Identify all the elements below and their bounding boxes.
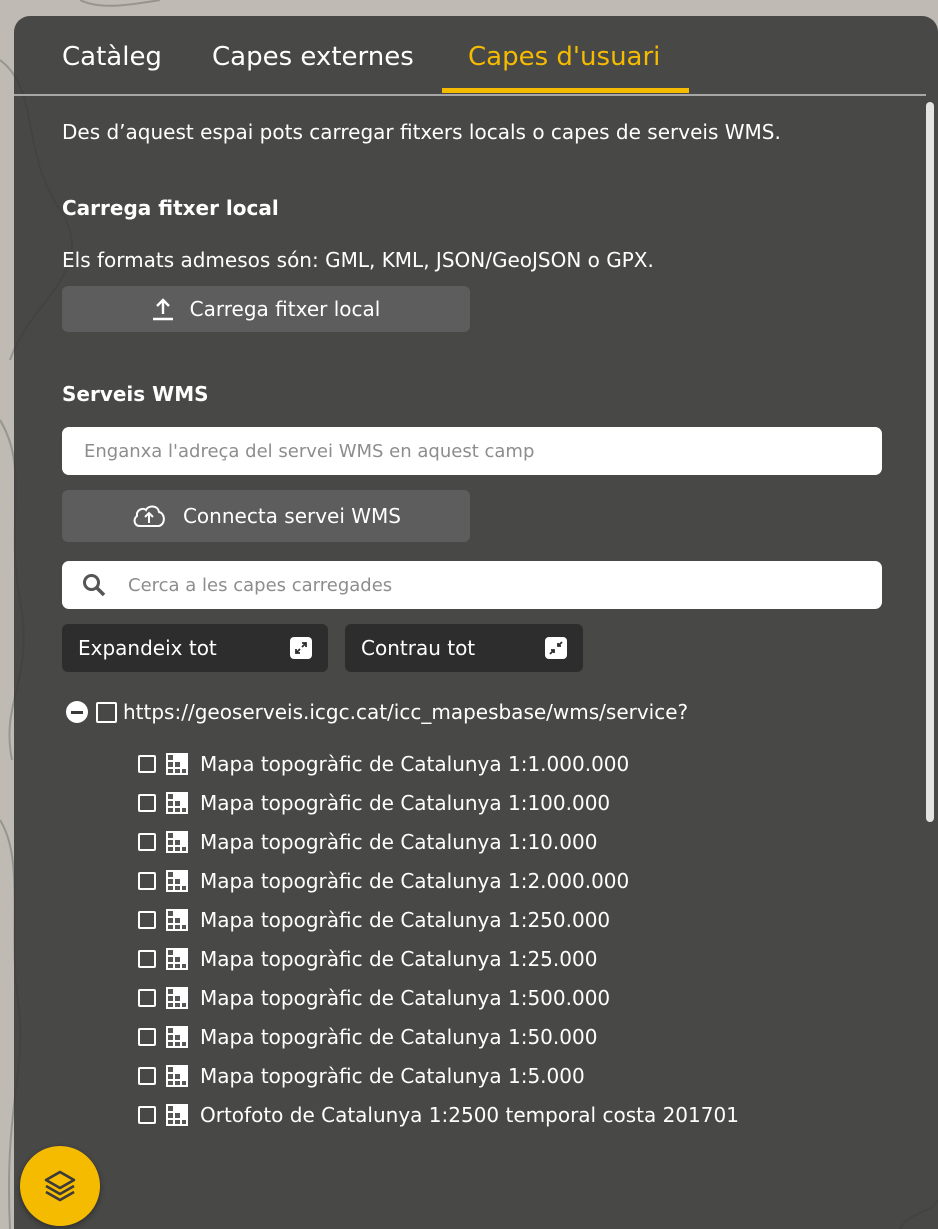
- layer-item: Mapa topogràfic de Catalunya 1:5.000: [138, 1056, 739, 1095]
- layer-checkbox[interactable]: [138, 793, 156, 812]
- layer-grid-icon: [166, 830, 188, 853]
- upload-icon: [152, 297, 174, 321]
- layer-item: Mapa topogràfic de Catalunya 1:500.000: [138, 978, 739, 1017]
- layer-item: Mapa topogràfic de Catalunya 1:100.000: [138, 783, 739, 822]
- service-checkbox[interactable]: [96, 701, 117, 723]
- layer-label: Mapa topogràfic de Catalunya 1:2.000.000: [200, 868, 630, 893]
- layer-checkbox[interactable]: [138, 1027, 156, 1046]
- layer-label: Mapa topogràfic de Catalunya 1:10.000: [200, 829, 598, 854]
- connect-wms-button[interactable]: Connecta servei WMS: [62, 490, 470, 542]
- upload-button-label: Carrega fitxer local: [189, 297, 381, 321]
- tab-bar: Catàleg Capes externes Capes d'usuari: [14, 16, 926, 96]
- layer-label: Mapa topogràfic de Catalunya 1:1.000.000: [200, 751, 630, 776]
- layer-grid-icon: [166, 1025, 188, 1048]
- search-icon: [82, 573, 106, 601]
- layer-grid-icon: [166, 752, 188, 775]
- cloud-upload-icon: [131, 502, 167, 530]
- layer-grid-icon: [166, 791, 188, 814]
- layer-search-input[interactable]: [62, 561, 882, 609]
- layer-label: Mapa topogràfic de Catalunya 1:25.000: [200, 946, 598, 971]
- local-file-heading: Carrega fitxer local: [62, 196, 279, 220]
- wms-url-input[interactable]: [62, 427, 882, 475]
- layer-checkbox[interactable]: [138, 754, 156, 773]
- layer-list: Mapa topogràfic de Catalunya 1:1.000.000…: [138, 744, 739, 1134]
- layer-label: Mapa topogràfic de Catalunya 1:50.000: [200, 1024, 598, 1049]
- layer-checkbox[interactable]: [138, 949, 156, 968]
- layers-toggle-button[interactable]: [20, 1146, 100, 1226]
- layer-item: Mapa topogràfic de Catalunya 1:10.000: [138, 822, 739, 861]
- layer-checkbox[interactable]: [138, 910, 156, 929]
- collapse-all-label: Contrau tot: [361, 636, 476, 660]
- layer-checkbox[interactable]: [138, 1105, 156, 1124]
- tab-cataleg[interactable]: Catàleg: [62, 42, 162, 72]
- panel-scrollbar[interactable]: [926, 102, 934, 822]
- layer-item: Mapa topogràfic de Catalunya 1:250.000: [138, 900, 739, 939]
- expand-all-button[interactable]: Expandeix tot: [62, 624, 328, 672]
- layer-label: Mapa topogràfic de Catalunya 1:500.000: [200, 985, 611, 1010]
- layers-icon: [40, 1166, 80, 1206]
- collapse-node-icon[interactable]: [66, 701, 88, 723]
- layer-label: Ortofoto de Catalunya 1:2500 temporal co…: [200, 1102, 739, 1127]
- upload-local-file-button[interactable]: Carrega fitxer local: [62, 286, 470, 332]
- tab-capes-usuari[interactable]: Capes d'usuari: [468, 42, 660, 72]
- collapse-icon: [545, 637, 567, 659]
- layer-item: Mapa topogràfic de Catalunya 1:2.000.000: [138, 861, 739, 900]
- layer-checkbox[interactable]: [138, 988, 156, 1007]
- expand-all-label: Expandeix tot: [78, 636, 217, 660]
- layer-label: Mapa topogràfic de Catalunya 1:250.000: [200, 907, 611, 932]
- layer-label: Mapa topogràfic de Catalunya 1:100.000: [200, 790, 611, 815]
- active-tab-indicator: [442, 88, 689, 93]
- layer-grid-icon: [166, 986, 188, 1009]
- layer-grid-icon: [166, 1064, 188, 1087]
- layer-grid-icon: [166, 869, 188, 892]
- layer-item: Ortofoto de Catalunya 1:2500 temporal co…: [138, 1095, 739, 1134]
- layer-checkbox[interactable]: [138, 871, 156, 890]
- layer-item: Mapa topogràfic de Catalunya 1:1.000.000: [138, 744, 739, 783]
- layer-grid-icon: [166, 947, 188, 970]
- layer-grid-icon: [166, 1103, 188, 1126]
- service-url: https://geoserveis.icgc.cat/icc_mapesbas…: [123, 700, 689, 724]
- wms-service-node: https://geoserveis.icgc.cat/icc_mapesbas…: [66, 700, 688, 724]
- layer-label: Mapa topogràfic de Catalunya 1:5.000: [200, 1063, 585, 1088]
- expand-icon: [290, 637, 312, 659]
- layer-checkbox[interactable]: [138, 832, 156, 851]
- layer-checkbox[interactable]: [138, 1066, 156, 1085]
- layer-item: Mapa topogràfic de Catalunya 1:50.000: [138, 1017, 739, 1056]
- layer-item: Mapa topogràfic de Catalunya 1:25.000: [138, 939, 739, 978]
- connect-button-label: Connecta servei WMS: [182, 504, 402, 528]
- formats-text: Els formats admesos són: GML, KML, JSON/…: [62, 248, 654, 272]
- user-layers-panel: Catàleg Capes externes Capes d'usuari De…: [14, 16, 938, 1229]
- panel-description: Des d’aquest espai pots carregar fitxers…: [62, 120, 781, 144]
- wms-heading: Serveis WMS: [62, 382, 209, 406]
- layer-search: [62, 561, 882, 609]
- tab-capes-externes[interactable]: Capes externes: [212, 42, 414, 72]
- layer-grid-icon: [166, 908, 188, 931]
- collapse-all-button[interactable]: Contrau tot: [345, 624, 583, 672]
